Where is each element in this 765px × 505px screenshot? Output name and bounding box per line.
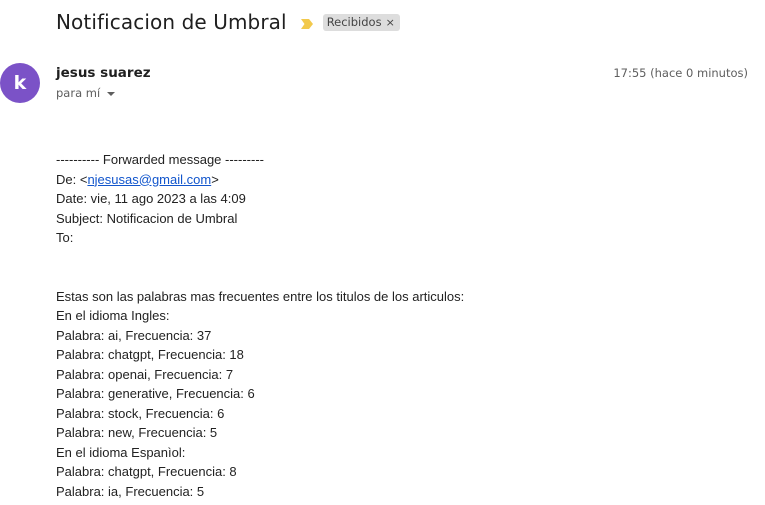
label-chip-text: Recibidos (326, 15, 382, 29)
subject-row: Notificacion de Umbral Recibidos × (56, 7, 400, 37)
body-line: Palabra: ia, Frecuencia: 5 (56, 483, 205, 499)
forwarded-to-line: To: (56, 230, 74, 245)
email-subject-title: Notificacion de Umbral (56, 10, 287, 34)
recipient-details-toggle[interactable]: para mí (56, 86, 116, 100)
body-line: En el idioma Espanìol: (56, 444, 186, 460)
from-prefix: De: < (56, 171, 88, 187)
body-line: Estas son las palabras mas frecuentes en… (56, 288, 465, 304)
forwarded-header: ---------- Forwarded message --------- (56, 152, 264, 167)
label-chip-inbox[interactable]: Recibidos × (322, 13, 400, 31)
forwarded-subject-line: Subject: Notificacion de Umbral (56, 210, 238, 226)
body-line: Palabra: generative, Frecuencia: 6 (56, 386, 255, 401)
body-line: Palabra: chatgpt, Frecuencia: 18 (56, 347, 244, 362)
remove-label-icon[interactable]: × (386, 16, 395, 29)
sender-avatar[interactable]: k (0, 63, 40, 103)
sender-email-link[interactable]: njesusas@gmail.com (87, 172, 211, 187)
body-line: Palabra: chatgpt, Frecuencia: 8 (56, 464, 237, 479)
forwarded-date-line: Date: vie, 11 ago 2023 a las 4:09 (56, 191, 246, 206)
forwarded-from-line: De: <njesusas@gmail.com> (56, 170, 464, 190)
importance-marker-icon[interactable] (300, 17, 314, 29)
chevron-down-icon[interactable] (107, 92, 116, 96)
body-line: Palabra: new, Frecuencia: 5 (56, 425, 218, 440)
email-body: ---------- Forwarded message --------- D… (56, 150, 464, 501)
sender-name[interactable]: jesus suarez (56, 65, 151, 81)
body-line: Palabra: ai, Frecuencia: 37 (56, 327, 212, 343)
recipient-label: para mí (56, 86, 101, 100)
from-suffix: > (211, 171, 219, 187)
body-line: Palabra: stock, Frecuencia: 6 (56, 405, 225, 421)
body-line: En el idioma Ingles: (56, 308, 170, 323)
body-line: Palabra: openai, Frecuencia: 7 (56, 366, 234, 382)
email-timestamp: 17:55 (hace 0 minutos) (613, 66, 748, 80)
